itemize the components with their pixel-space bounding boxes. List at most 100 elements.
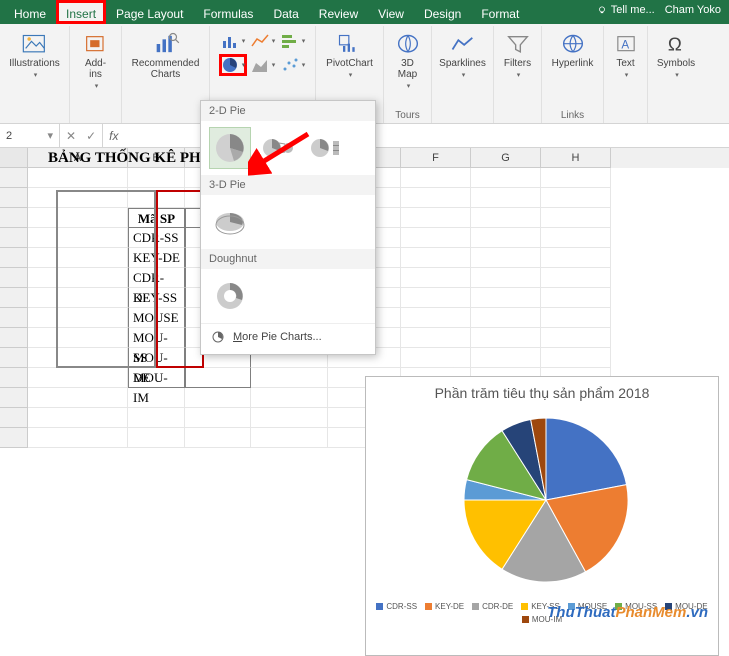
cell[interactable]	[541, 248, 611, 268]
cell[interactable]	[28, 168, 128, 188]
cancel-formula-icon[interactable]: ✕	[66, 129, 76, 143]
cell[interactable]	[28, 208, 128, 228]
cell[interactable]	[128, 408, 185, 428]
row-header[interactable]	[0, 348, 28, 368]
row-header[interactable]	[0, 428, 28, 448]
cell[interactable]	[128, 388, 185, 408]
bar-chart-button[interactable]: ▾	[279, 30, 307, 52]
cell[interactable]	[128, 168, 185, 188]
cell[interactable]	[28, 328, 128, 348]
row-header[interactable]	[0, 328, 28, 348]
cell[interactable]: CDR-DE	[128, 268, 185, 288]
row-header[interactable]	[0, 268, 28, 288]
col-header-G[interactable]: G	[471, 148, 541, 168]
cell[interactable]: KEY-SS	[128, 288, 185, 308]
cell[interactable]	[128, 428, 185, 448]
pivotchart-button[interactable]: PivotChart▾	[322, 30, 377, 81]
cell[interactable]	[541, 228, 611, 248]
cell[interactable]: MOU-DE	[128, 348, 185, 368]
cell[interactable]	[541, 268, 611, 288]
cell[interactable]	[401, 328, 471, 348]
pie-2d-option[interactable]	[209, 127, 251, 169]
pie-chart-button[interactable]: ▾	[219, 54, 247, 76]
cell[interactable]	[471, 288, 541, 308]
select-all-corner[interactable]	[0, 148, 28, 168]
cell[interactable]	[471, 168, 541, 188]
cell[interactable]	[28, 248, 128, 268]
cell[interactable]	[28, 268, 128, 288]
cell[interactable]	[28, 308, 128, 328]
tab-insert[interactable]: Insert	[56, 0, 106, 24]
cell[interactable]	[185, 368, 251, 388]
cell[interactable]	[251, 368, 328, 388]
cell[interactable]	[541, 168, 611, 188]
col-header-F[interactable]: F	[401, 148, 471, 168]
line-chart-button[interactable]: ▾	[249, 30, 277, 52]
cell[interactable]	[28, 388, 128, 408]
cell[interactable]	[251, 388, 328, 408]
col-header-H[interactable]: H	[541, 148, 611, 168]
cell[interactable]	[401, 208, 471, 228]
3d-map-button[interactable]: 3D Map▾	[390, 30, 426, 92]
cell[interactable]	[471, 208, 541, 228]
tab-page-layout[interactable]: Page Layout	[106, 0, 193, 24]
cell[interactable]	[541, 308, 611, 328]
sparklines-button[interactable]: Sparklines▾	[435, 30, 490, 81]
symbols-button[interactable]: Ω Symbols▾	[653, 30, 699, 81]
cell[interactable]	[401, 248, 471, 268]
name-box[interactable]: 2▾	[0, 124, 60, 147]
tab-design[interactable]: Design	[414, 0, 471, 24]
text-button[interactable]: A Text▾	[608, 30, 644, 81]
cell[interactable]: KEY-DE	[128, 248, 185, 268]
enter-formula-icon[interactable]: ✓	[86, 129, 96, 143]
cell[interactable]: MOU-IM	[128, 368, 185, 388]
cell[interactable]	[471, 228, 541, 248]
doughnut-option[interactable]	[209, 275, 251, 317]
cell[interactable]	[28, 228, 128, 248]
row-header[interactable]	[0, 208, 28, 228]
cell[interactable]	[251, 428, 328, 448]
hyperlink-button[interactable]: Hyperlink	[548, 30, 598, 71]
cell[interactable]	[541, 348, 611, 368]
row-header[interactable]	[0, 188, 28, 208]
cell[interactable]	[471, 348, 541, 368]
cell[interactable]	[28, 288, 128, 308]
cell[interactable]	[28, 408, 128, 428]
row-header[interactable]	[0, 228, 28, 248]
cell[interactable]	[28, 368, 128, 388]
more-pie-charts[interactable]: More Pie Charts...	[201, 323, 375, 350]
tab-home[interactable]: Home	[4, 0, 56, 24]
scatter-chart-button[interactable]: ▾	[279, 54, 307, 76]
tab-format[interactable]: Format	[471, 0, 529, 24]
cell[interactable]	[541, 288, 611, 308]
cell[interactable]	[471, 328, 541, 348]
cell[interactable]: MOU-SS	[128, 328, 185, 348]
tab-view[interactable]: View	[368, 0, 414, 24]
row-header[interactable]	[0, 168, 28, 188]
cell[interactable]	[541, 208, 611, 228]
cell[interactable]	[185, 428, 251, 448]
filters-button[interactable]: Filters▾	[500, 30, 536, 81]
addins-button[interactable]: Add- ins▾	[76, 30, 115, 92]
cell[interactable]	[401, 288, 471, 308]
row-header[interactable]	[0, 408, 28, 428]
row-header[interactable]	[0, 248, 28, 268]
cell[interactable]	[28, 348, 128, 368]
cell[interactable]	[185, 408, 251, 428]
row-header[interactable]	[0, 388, 28, 408]
user-name[interactable]: Cham Yoko	[665, 4, 721, 16]
cell[interactable]	[541, 188, 611, 208]
row-header[interactable]	[0, 288, 28, 308]
cell[interactable]	[401, 268, 471, 288]
tab-data[interactable]: Data	[263, 0, 308, 24]
cell[interactable]	[401, 308, 471, 328]
cell[interactable]: Mã SP	[128, 208, 185, 228]
tab-review[interactable]: Review	[309, 0, 368, 24]
cell[interactable]	[185, 388, 251, 408]
column-chart-button[interactable]: ▾	[219, 30, 247, 52]
cell[interactable]	[28, 188, 128, 208]
cell[interactable]	[401, 188, 471, 208]
cell[interactable]	[541, 328, 611, 348]
cell[interactable]	[471, 308, 541, 328]
illustrations-button[interactable]: Illustrations▾	[5, 30, 64, 81]
